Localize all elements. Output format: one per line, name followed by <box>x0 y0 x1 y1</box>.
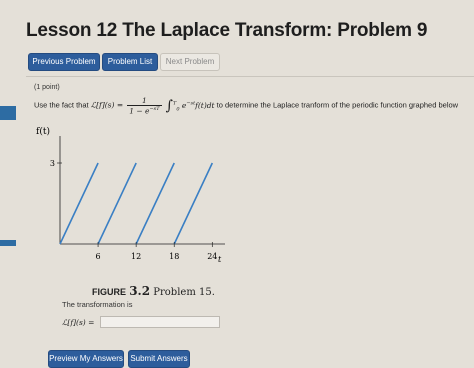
y-axis-label: f(t) <box>36 126 50 137</box>
caption-text: Problem 15. <box>153 287 215 298</box>
caption-number: 3.2 <box>129 284 151 298</box>
problem-intro: Use the fact that <box>34 100 89 110</box>
laplace-lhs: ℒ[f](s) = <box>90 100 124 110</box>
integral-lower: 0 <box>176 106 180 113</box>
problem-statement: Use the fact that ℒ[f](s) = 1 1 − e−sT ∫… <box>34 96 458 116</box>
x-axis-label: t <box>218 255 222 264</box>
fraction-numerator: 1 <box>127 96 162 106</box>
integrand: e−stf(t)dt <box>182 100 215 110</box>
next-problem-button[interactable]: Next Problem <box>160 53 220 71</box>
series-segment-1 <box>59 162 99 245</box>
series-segment-2 <box>97 162 137 245</box>
integrand-rest: f(t)dt <box>195 100 215 110</box>
x-tick-label-18: 18 <box>169 252 179 261</box>
page-title: Lesson 12 The Laplace Transform: Problem… <box>26 20 428 41</box>
fraction-denominator: 1 − e−sT <box>127 106 161 116</box>
x-tick-label-6: 6 <box>96 252 101 261</box>
integrand-exponent: −st <box>186 100 196 107</box>
laplace-fraction: 1 1 − e−sT <box>127 96 162 116</box>
denominator-exponent: −sT <box>149 106 160 112</box>
sidebar-marker-bottom <box>0 240 16 246</box>
periodic-function-figure: f(t) t 6 12 18 24 3 <box>30 122 230 277</box>
y-tick-label-3: 3 <box>50 159 55 168</box>
preview-answers-button[interactable]: Preview My Answers <box>48 350 124 368</box>
series-segment-4 <box>173 162 214 245</box>
header-divider <box>26 76 474 77</box>
sidebar-marker-top <box>0 106 16 120</box>
submit-answers-button[interactable]: Submit Answers <box>128 350 190 368</box>
series-segment-3 <box>135 162 175 245</box>
answer-label: ℒ[f](s) = <box>62 318 95 327</box>
x-tick-label-24: 24 <box>207 252 217 261</box>
answer-input[interactable] <box>100 316 220 328</box>
page: Lesson 12 The Laplace Transform: Problem… <box>0 0 474 368</box>
problem-points: (1 point) <box>34 84 60 91</box>
integral-sign: ∫T0 <box>165 97 180 114</box>
caption-tag: FIGURE <box>92 287 127 297</box>
problem-list-button[interactable]: Problem List <box>102 53 158 71</box>
previous-problem-button[interactable]: Previous Problem <box>28 53 100 71</box>
figure-caption: FIGURE 3.2 Problem 15. <box>92 284 215 298</box>
problem-rest: to determine the Laplace tranform of the… <box>216 100 459 110</box>
answer-prompt: The transformation is <box>62 300 133 309</box>
function-graph: f(t) t 6 12 18 24 3 <box>36 126 225 264</box>
x-tick-label-12: 12 <box>131 252 141 261</box>
denominator-base: 1 − e <box>129 106 150 116</box>
